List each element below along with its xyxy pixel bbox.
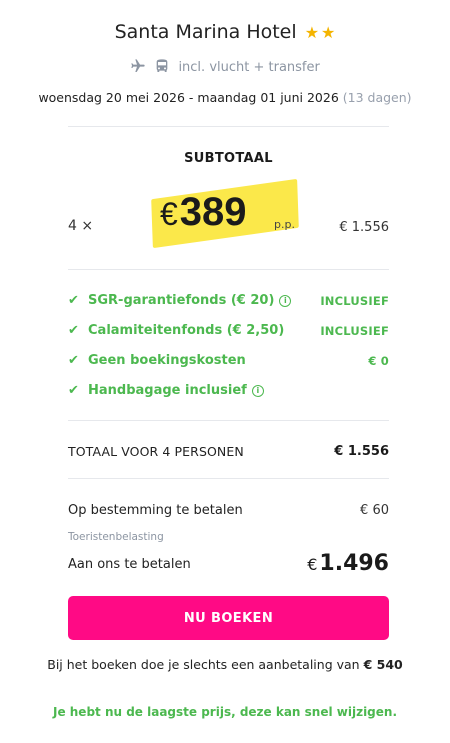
transport-text: incl. vlucht + transfer xyxy=(178,60,320,75)
trip-duration: (13 dagen) xyxy=(342,90,412,105)
deposit-prefix: Bij het boeken doe je slechts een aanbet… xyxy=(47,657,360,672)
pay-us-amount: €1.496 xyxy=(307,551,389,576)
plane-icon xyxy=(131,59,145,72)
destination-pay-label: Op bestemming te betalen xyxy=(68,503,243,518)
info-icon[interactable]: i xyxy=(251,385,264,397)
divider xyxy=(68,269,389,270)
price-per-person: €389 p.p. xyxy=(150,178,310,249)
book-now-button[interactable]: NU BOEKEN xyxy=(68,596,389,640)
subtotal-heading: SUBTOTAAL xyxy=(184,151,273,166)
divider xyxy=(68,126,389,127)
included-item: ✔ Calamiteitenfonds (€ 2,50) INCLUSIEF xyxy=(68,323,389,341)
price-currency: € xyxy=(160,196,178,232)
lowest-price-note: Je hebt nu de laagste prijs, deze kan sn… xyxy=(52,705,398,719)
divider xyxy=(68,420,389,421)
checkmark-icon: ✔ xyxy=(68,323,79,338)
pay-us-value: 1.496 xyxy=(319,551,389,576)
per-person-label: p.p. xyxy=(274,218,295,231)
pay-us-currency: € xyxy=(307,555,318,574)
hotel-name: Santa Marina Hotel xyxy=(114,21,297,43)
included-item: ✔ Handbagage inclusief i xyxy=(68,383,389,401)
included-value: € 0 xyxy=(368,354,389,368)
checkmark-icon: ✔ xyxy=(68,293,79,308)
checkmark-icon: ✔ xyxy=(68,353,79,368)
included-label: SGR-garantiefonds (€ 20) xyxy=(88,293,275,308)
included-item: ✔ SGR-garantiefonds (€ 20) i INCLUSIEF xyxy=(68,293,389,311)
deposit-amount: € 540 xyxy=(363,657,403,672)
total-value: € 1.556 xyxy=(334,444,389,459)
book-now-label: NU BOEKEN xyxy=(183,610,274,626)
date-range: woensdag 20 mei 2026 - maandag 01 juni 2… xyxy=(38,90,339,105)
person-quantity: 4 × xyxy=(68,218,94,234)
subtotal-total: € 1.556 xyxy=(339,220,389,235)
included-value: INCLUSIEF xyxy=(320,324,389,338)
included-label: Calamiteitenfonds (€ 2,50) xyxy=(88,323,285,338)
travel-dates: woensdag 20 mei 2026 - maandag 01 juni 2… xyxy=(0,90,450,105)
transport-info: incl. vlucht + transfer xyxy=(0,58,450,75)
included-label: Geen boekingskosten xyxy=(88,353,246,368)
hotel-title: Santa Marina Hotel ★ ★ xyxy=(0,21,450,43)
checkmark-icon: ✔ xyxy=(68,383,79,398)
included-item: ✔ Geen boekingskosten € 0 xyxy=(68,353,389,371)
bus-icon xyxy=(156,59,168,72)
price-value: 389 xyxy=(179,190,247,234)
deposit-note: Bij het boeken doe je slechts een aanbet… xyxy=(0,657,450,672)
included-label: Handbagage inclusief xyxy=(88,383,247,398)
pay-us-label: Aan ons te betalen xyxy=(68,557,191,572)
info-icon[interactable]: i xyxy=(279,295,292,307)
price-amount: €389 xyxy=(160,192,247,234)
divider xyxy=(68,478,389,479)
tourist-tax-label: Toeristenbelasting xyxy=(68,531,164,543)
included-value: INCLUSIEF xyxy=(320,294,389,308)
star-icon: ★ xyxy=(321,23,336,42)
star-icon: ★ xyxy=(304,23,320,42)
destination-pay-value: € 60 xyxy=(360,503,389,518)
total-label: TOTAAL VOOR 4 PERSONEN xyxy=(68,444,244,459)
